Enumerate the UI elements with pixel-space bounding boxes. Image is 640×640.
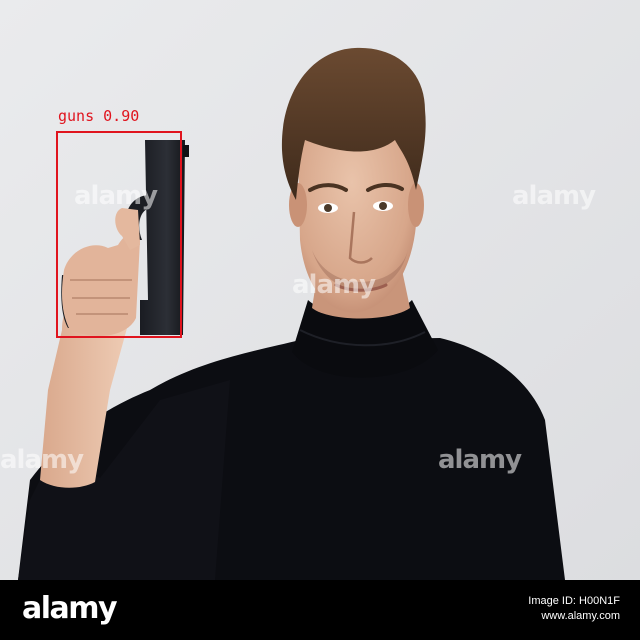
site-url: www.alamy.com: [541, 610, 620, 622]
image-id: Image ID: H00N1F: [528, 595, 620, 607]
footer-meta: Image ID: H00N1F www.alamy.com: [528, 594, 620, 624]
detection-bounding-box: [56, 131, 182, 338]
detection-class: guns: [58, 107, 95, 125]
alamy-logo: alamy: [22, 591, 118, 626]
detection-label: guns 0.90: [58, 107, 139, 125]
stock-footer-bar: alamy Image ID: H00N1F www.alamy.com: [0, 580, 640, 640]
image-canvas: alamy alamy alamy alamy alamy guns 0.90 …: [0, 0, 640, 640]
detection-score: 0.90: [103, 107, 140, 125]
